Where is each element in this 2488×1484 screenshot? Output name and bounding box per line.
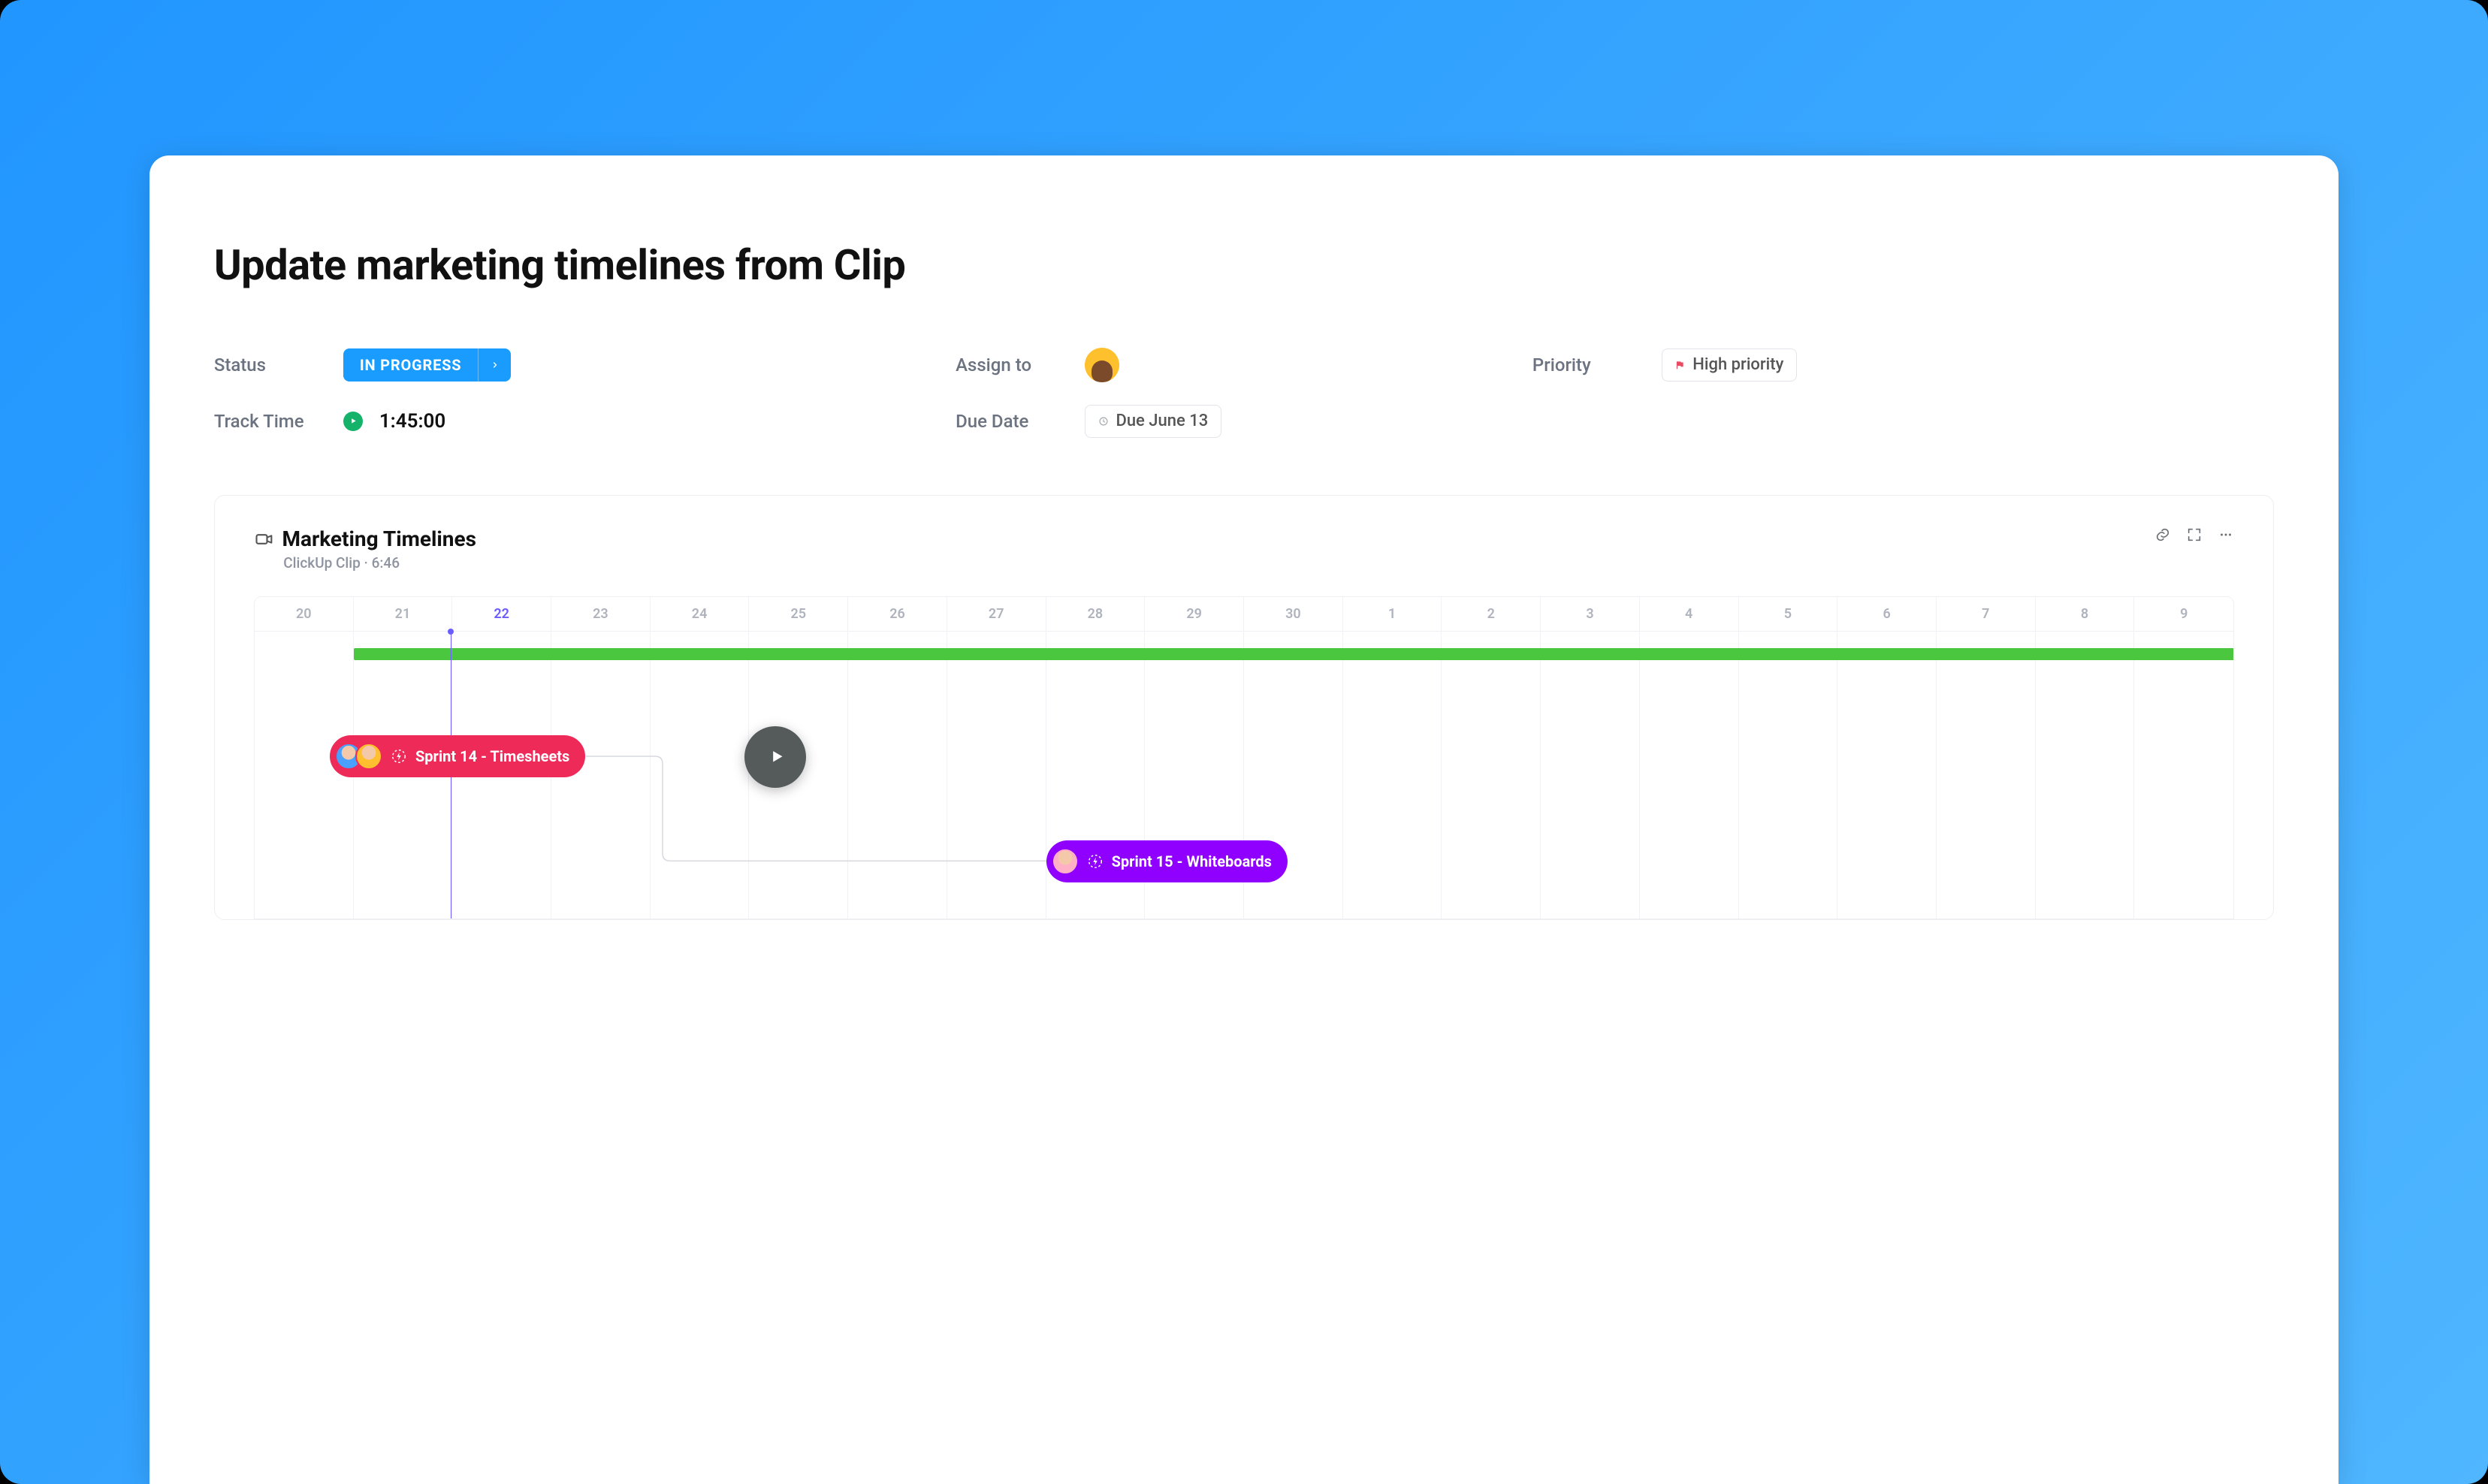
timeline-date: 30 — [1244, 597, 1342, 632]
task-window: Update marketing timelines from Clip Sta… — [149, 155, 2339, 1484]
timeline-date: 24 — [651, 597, 749, 632]
timeline-progress-bar — [354, 648, 2234, 660]
clip-play-button[interactable] — [744, 726, 806, 788]
timeline-date: 6 — [1837, 597, 1936, 632]
timeline-column: 7 — [1937, 597, 2036, 918]
clip-title: Marketing Timelines — [282, 526, 476, 551]
timeline-column: 26 — [848, 597, 947, 918]
task-meta-grid: Status IN PROGRESS Assign to Priority — [214, 348, 2274, 438]
timeline-column: 3 — [1541, 597, 1640, 918]
priority-pill[interactable]: High priority — [1662, 348, 1797, 382]
sprint-14-label: Sprint 14 - Timesheets — [415, 747, 569, 765]
sprint-icon — [1087, 853, 1104, 870]
timeline[interactable]: 2021222324252627282930123456789 Sprint 1… — [254, 596, 2234, 919]
timeline-date: 2 — [1442, 597, 1540, 632]
empty-cell — [1532, 405, 2274, 438]
timeline-today-dot — [448, 629, 454, 635]
clock-icon — [1098, 416, 1109, 427]
timeline-date: 26 — [848, 597, 947, 632]
status-cell: Status IN PROGRESS — [214, 348, 956, 382]
clip-card: Marketing Timelines ClickUp Clip · 6:46 … — [214, 495, 2274, 919]
due-date-label: Due Date — [956, 411, 1068, 432]
sprint-15-bar[interactable]: Sprint 15 - Whiteboards — [1046, 840, 1288, 882]
sprint-15-label: Sprint 15 - Whiteboards — [1112, 852, 1272, 870]
timeline-date: 5 — [1739, 597, 1837, 632]
sprint-icon — [391, 748, 407, 765]
due-date-text: Due June 13 — [1116, 412, 1208, 430]
assign-to-label: Assign to — [956, 354, 1068, 376]
track-time-label: Track Time — [214, 411, 327, 432]
timeline-date: 1 — [1343, 597, 1442, 632]
app-frame: Update marketing timelines from Clip Sta… — [0, 0, 2488, 1484]
timeline-date: 29 — [1145, 597, 1243, 632]
priority-text: High priority — [1692, 355, 1783, 374]
video-icon — [254, 529, 275, 550]
clip-subtitle: ClickUp Clip · 6:46 — [283, 554, 476, 572]
priority-label: Priority — [1532, 354, 1645, 376]
sprint-14-avatar-2 — [355, 743, 382, 770]
clip-header: Marketing Timelines ClickUp Clip · 6:46 — [215, 496, 2273, 573]
timeline-column: 6 — [1837, 597, 1937, 918]
due-date-cell: Due Date Due June 13 — [956, 405, 1532, 438]
timeline-date: 25 — [749, 597, 847, 632]
timeline-column: 4 — [1640, 597, 1739, 918]
assignee-avatar[interactable] — [1085, 348, 1119, 382]
chevron-right-icon — [491, 360, 500, 369]
sprint-15-avatar-1 — [1052, 848, 1079, 875]
status-pill[interactable]: IN PROGRESS — [343, 348, 512, 382]
more-icon[interactable] — [2218, 526, 2234, 543]
status-label: Status — [214, 354, 327, 376]
timeline-column: 5 — [1739, 597, 1838, 918]
timeline-column: 27 — [947, 597, 1046, 918]
timeline-date: 4 — [1640, 597, 1738, 632]
timeline-column: 8 — [2036, 597, 2135, 918]
clip-actions — [2154, 526, 2234, 543]
play-icon — [349, 417, 358, 425]
link-icon[interactable] — [2154, 526, 2171, 543]
status-next-button[interactable] — [478, 348, 511, 382]
timeline-column: 1 — [1343, 597, 1442, 918]
timeline-date: 20 — [255, 597, 353, 632]
timeline-column: 24 — [651, 597, 750, 918]
expand-icon[interactable] — [2186, 526, 2203, 543]
timeline-date: 27 — [947, 597, 1046, 632]
track-time-cell: Track Time 1:45:00 — [214, 405, 956, 438]
timeline-date: 7 — [1937, 597, 2035, 632]
due-date-pill[interactable]: Due June 13 — [1085, 405, 1221, 438]
flag-icon — [1674, 360, 1685, 370]
timeline-date: 9 — [2134, 597, 2233, 632]
timeline-column: 2 — [1442, 597, 1541, 918]
timeline-date: 23 — [551, 597, 650, 632]
play-icon — [768, 747, 787, 766]
priority-cell: Priority High priority — [1532, 348, 2274, 382]
track-time-value: 1:45:00 — [379, 410, 445, 433]
avatar-face — [1092, 360, 1113, 382]
task-title: Update marketing timelines from Clip — [214, 240, 2274, 290]
sprint-14-bar[interactable]: Sprint 14 - Timesheets — [330, 735, 585, 777]
timeline-date: 28 — [1046, 597, 1145, 632]
timeline-date: 21 — [354, 597, 452, 632]
timeline-date: 8 — [2036, 597, 2134, 632]
timeline-date: 3 — [1541, 597, 1639, 632]
timeline-date: 22 — [452, 597, 551, 632]
track-time-play-button[interactable] — [343, 412, 363, 431]
status-text: IN PROGRESS — [343, 348, 479, 382]
assignee-cell: Assign to — [956, 348, 1532, 382]
timeline-column: 9 — [2134, 597, 2233, 918]
